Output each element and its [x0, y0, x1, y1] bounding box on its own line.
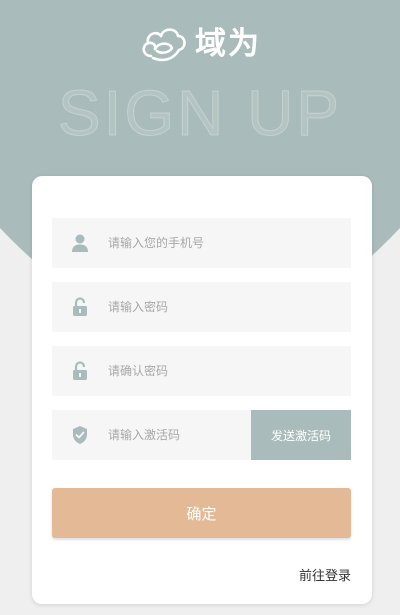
confirm-password-input[interactable]	[108, 346, 351, 396]
brand-logo: 域为	[0, 22, 400, 66]
signup-page: 域为 SIGN UP 发送激活码	[0, 0, 400, 615]
lock-icon	[52, 297, 108, 317]
phone-input[interactable]	[108, 218, 351, 268]
phone-field	[52, 218, 351, 268]
activation-code-input[interactable]	[108, 410, 248, 460]
send-code-button[interactable]: 发送激活码	[251, 410, 351, 460]
submit-button[interactable]: 确定	[52, 488, 351, 538]
go-to-login-link[interactable]: 前往登录	[299, 565, 351, 584]
signup-card: 发送激活码 确定 前往登录	[32, 176, 372, 604]
confirm-password-field	[52, 346, 351, 396]
password-input[interactable]	[108, 282, 351, 332]
shield-check-icon	[52, 425, 108, 445]
user-icon	[52, 233, 108, 253]
activation-code-field: 发送激活码	[52, 410, 351, 460]
cloud-logo-icon	[142, 28, 186, 62]
password-field	[52, 282, 351, 332]
brand-name: 域为	[195, 26, 261, 62]
sign-up-watermark: SIGN UP	[57, 77, 343, 150]
lock-icon	[52, 361, 108, 381]
